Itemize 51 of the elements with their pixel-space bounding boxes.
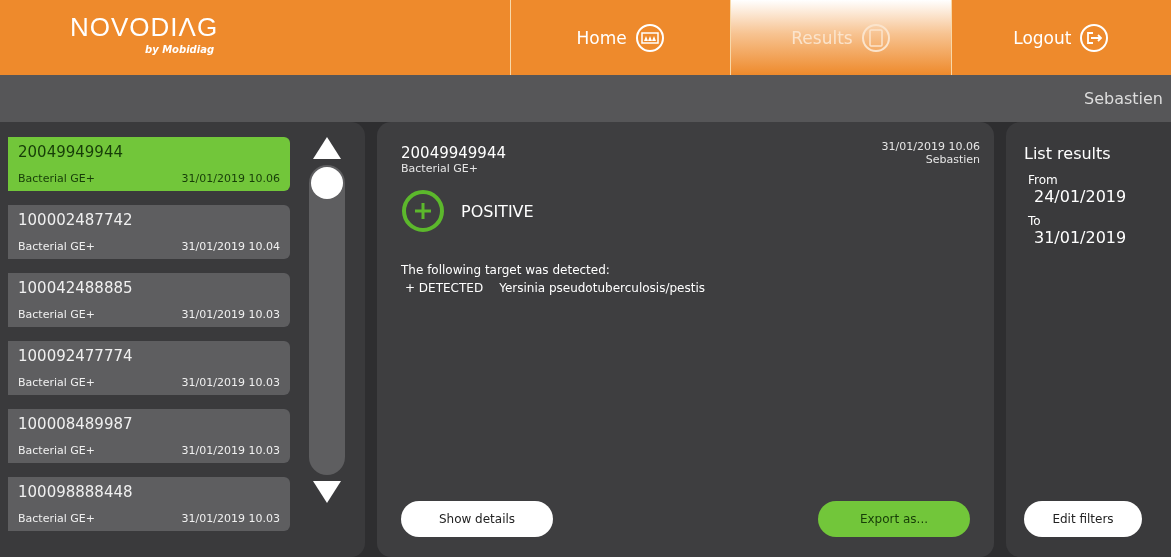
result-id: 100092477774: [18, 347, 134, 365]
result-time: 31/01/2019 10.03: [181, 444, 280, 457]
result-item[interactable]: 100002487742 Bacterial GE+ 31/01/2019 10.04: [8, 205, 290, 259]
result-item[interactable]: 100092477774 Bacterial GE+ 31/01/2019 10.03: [8, 341, 290, 395]
plus-icon: [401, 189, 445, 233]
scroll-up-icon[interactable]: [313, 137, 341, 159]
from-label: From: [1028, 173, 1059, 187]
result-status: POSITIVE: [461, 201, 534, 221]
result-id: 100002487742: [18, 211, 134, 229]
target-result: + DETECTED: [405, 281, 484, 295]
test-name: Bacterial GE+: [18, 444, 95, 457]
result-time: 31/01/2019 10.06: [181, 172, 280, 185]
show-details-button[interactable]: Show details: [401, 501, 553, 537]
from-date: 24/01/2019: [1034, 187, 1128, 206]
panel-title: List results: [1024, 144, 1112, 163]
logo-subtitle: by Mobidiag: [145, 44, 215, 55]
result-time: 31/01/2019 10.06: [881, 140, 980, 153]
result-item[interactable]: 100098888448 Bacterial GE+ 31/01/2019 10.03: [8, 477, 290, 531]
result-item[interactable]: 100042488885 Bacterial GE+ 31/01/2019 10.03: [8, 273, 290, 327]
result-time: 31/01/2019 10.03: [181, 308, 280, 321]
result-item[interactable]: 100008489987 Bacterial GE+ 31/01/2019 10.03: [8, 409, 290, 463]
operator-name: Sebastien: [925, 153, 980, 166]
test-name: Bacterial GE+: [18, 512, 95, 525]
test-name: Bacterial GE+: [18, 308, 95, 321]
to-label: To: [1028, 214, 1042, 228]
scroll-thumb[interactable]: [311, 167, 343, 199]
logout-icon: [1079, 22, 1110, 53]
result-id: 100008489987: [18, 415, 134, 433]
target-name: Yersinia pseudotuberculosis/pestis: [499, 281, 705, 295]
scroll-down-icon[interactable]: [313, 481, 341, 503]
test-name: Bacterial GE+: [18, 172, 95, 185]
test-name: Bacterial GE+: [18, 376, 95, 389]
export-button[interactable]: Export as...: [818, 501, 970, 537]
test-name: Bacterial GE+: [401, 162, 479, 175]
logo: NOVODIΛG: [70, 14, 219, 40]
result-item[interactable]: 20049949944 Bacterial GE+ 31/01/2019 10.06: [8, 137, 290, 191]
result-time: 31/01/2019 10.04: [181, 240, 280, 253]
result-id: 100042488885: [18, 279, 134, 297]
edit-filters-button[interactable]: Edit filters: [1024, 501, 1142, 537]
result-id: 20049949944: [18, 143, 124, 161]
result-time: 31/01/2019 10.03: [181, 512, 280, 525]
result-time: 31/01/2019 10.03: [181, 376, 280, 389]
to-date: 31/01/2019: [1034, 228, 1128, 247]
result-id: 100098888448: [18, 483, 134, 501]
test-name: Bacterial GE+: [18, 240, 95, 253]
user-name: Sebastien: [1084, 89, 1163, 108]
result-message: The following target was detected:: [401, 263, 611, 277]
scroll-track[interactable]: [309, 165, 345, 475]
result-id: 20049949944: [401, 144, 506, 162]
tablet-icon: [860, 22, 891, 53]
home-icon: [634, 22, 665, 53]
